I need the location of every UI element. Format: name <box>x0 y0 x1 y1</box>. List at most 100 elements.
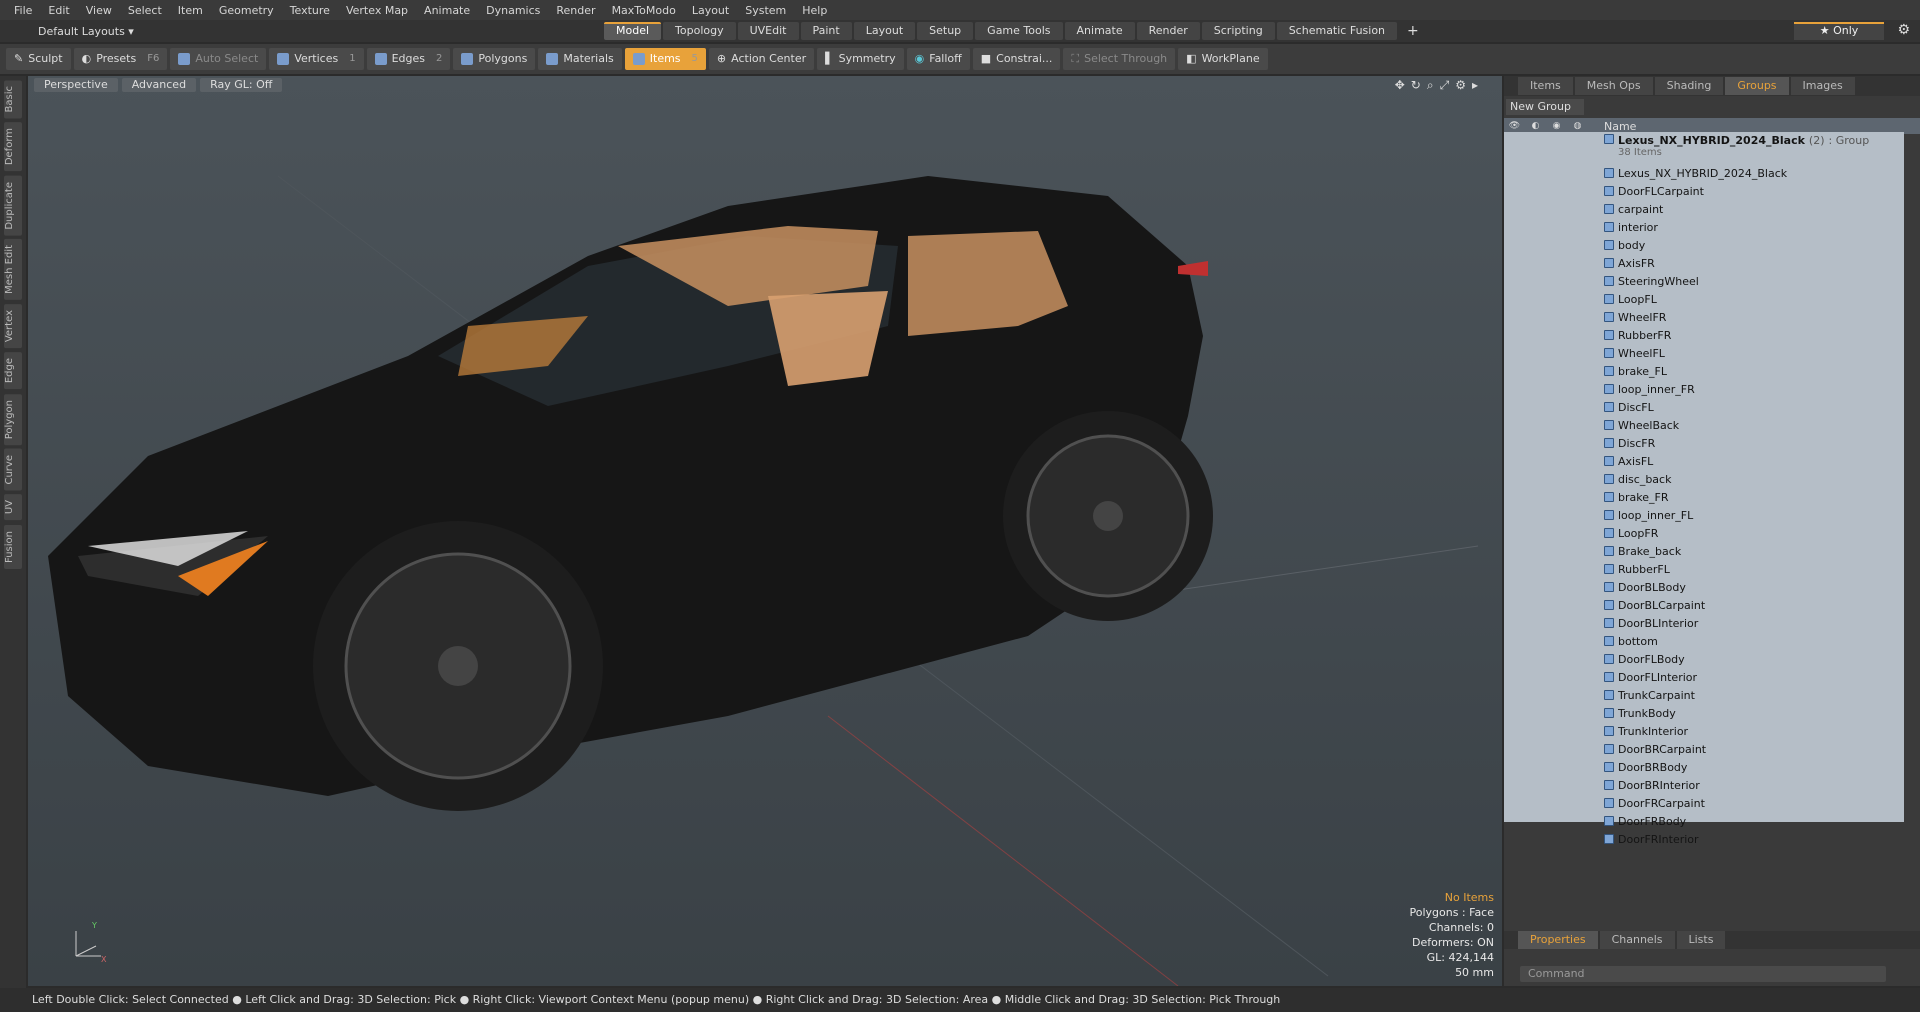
gear-icon[interactable]: ⚙ <box>1897 22 1910 38</box>
panel-tab[interactable]: Mesh Ops <box>1574 77 1653 95</box>
bottom-tab[interactable]: Channels <box>1599 931 1675 949</box>
layout-tab[interactable]: Setup <box>917 22 974 40</box>
list-item[interactable]: DoorFLInterior <box>1504 668 1904 686</box>
side-tab[interactable]: Polygon <box>4 393 22 445</box>
panel-tab[interactable]: Shading <box>1654 77 1724 95</box>
menu-item[interactable]: Vertex Map <box>338 4 416 17</box>
layout-tab[interactable]: Schematic Fusion <box>1276 22 1398 40</box>
add-tab-icon[interactable]: + <box>1399 22 1427 40</box>
shading-mode-button[interactable]: Advanced <box>121 78 197 92</box>
side-tab[interactable]: Curve <box>4 448 22 491</box>
bottom-tab[interactable]: Lists <box>1676 931 1726 949</box>
list-item[interactable]: TrunkBody <box>1504 704 1904 722</box>
list-item[interactable]: DiscFR <box>1504 434 1904 452</box>
menu-item[interactable]: File <box>6 4 40 17</box>
side-tab[interactable]: Duplicate <box>4 175 22 236</box>
menu-item[interactable]: System <box>737 4 794 17</box>
menu-item[interactable]: Select <box>120 4 170 17</box>
materials-button[interactable]: Materials <box>538 48 622 70</box>
list-item[interactable]: carpaint <box>1504 200 1904 218</box>
list-item[interactable]: Lexus_NX_HYBRID_2024_Black <box>1504 164 1904 182</box>
rotate-icon[interactable]: ↻ <box>1411 78 1427 92</box>
list-item[interactable]: DoorBLCarpaint <box>1504 596 1904 614</box>
layout-tab[interactable]: Topology <box>663 22 736 40</box>
menu-item[interactable]: Layout <box>684 4 737 17</box>
list-item[interactable]: DoorFRCarpaint <box>1504 794 1904 812</box>
menu-item[interactable]: Geometry <box>211 4 282 17</box>
presets-button[interactable]: ◐ Presets F6 <box>73 48 168 70</box>
list-item[interactable]: LoopFL <box>1504 290 1904 308</box>
view-mode-button[interactable]: Perspective <box>34 78 118 92</box>
side-tab[interactable]: Basic <box>4 80 22 119</box>
layout-dropdown[interactable]: Default Layouts ▾ <box>38 25 134 38</box>
list-item[interactable]: AxisFR <box>1504 254 1904 272</box>
only-button[interactable]: ★ Only <box>1794 22 1884 40</box>
list-item[interactable]: WheelFR <box>1504 308 1904 326</box>
list-item[interactable]: DoorFRInterior <box>1504 830 1904 848</box>
vertices-button[interactable]: Vertices 1 <box>269 48 364 70</box>
list-item[interactable]: body <box>1504 236 1904 254</box>
list-item[interactable]: WheelBack <box>1504 416 1904 434</box>
new-group-button[interactable]: New Group <box>1506 99 1584 115</box>
menu-item[interactable]: MaxToModo <box>604 4 684 17</box>
list-item[interactable]: DiscFL <box>1504 398 1904 416</box>
list-item[interactable]: loop_inner_FR <box>1504 380 1904 398</box>
settings-icon[interactable]: ⚙ <box>1455 78 1472 92</box>
side-tab[interactable]: Fusion <box>4 524 22 569</box>
arrow-right-icon[interactable]: ▸ <box>1472 78 1484 92</box>
command-input[interactable]: Command <box>1520 966 1886 982</box>
name-column-header[interactable]: Name <box>1604 120 1636 133</box>
lock-column-icon[interactable]: ◉ <box>1546 121 1567 131</box>
list-item[interactable]: DoorBRBody <box>1504 758 1904 776</box>
list-item[interactable]: WheelFL <box>1504 344 1904 362</box>
visibility-column-icon[interactable]: 👁 <box>1504 121 1525 131</box>
move-icon[interactable]: ✥ <box>1395 78 1411 92</box>
layout-tab[interactable]: Model <box>604 22 662 40</box>
bottom-tab[interactable]: Properties <box>1518 931 1598 949</box>
list-item[interactable]: DoorBRCarpaint <box>1504 740 1904 758</box>
list-item[interactable]: DoorBLBody <box>1504 578 1904 596</box>
constrain-button[interactable]: ■ Constrai... <box>972 48 1061 70</box>
action-center-button[interactable]: ⊕ Action Center <box>708 48 815 70</box>
list-item[interactable]: DoorFRBody <box>1504 812 1904 830</box>
layout-tab[interactable]: Paint <box>800 22 852 40</box>
raygl-button[interactable]: Ray GL: Off <box>200 78 283 92</box>
menu-item[interactable]: Item <box>170 4 211 17</box>
symmetry-button[interactable]: ▌ Symmetry <box>817 48 904 70</box>
menu-item[interactable]: Texture <box>282 4 338 17</box>
list-item[interactable]: TrunkCarpaint <box>1504 686 1904 704</box>
side-tab[interactable]: Deform <box>4 122 22 172</box>
list-item[interactable]: SteeringWheel <box>1504 272 1904 290</box>
list-item[interactable]: LoopFR <box>1504 524 1904 542</box>
select-through-button[interactable]: ⛶ Select Through <box>1063 48 1176 70</box>
panel-tab[interactable]: Items <box>1518 77 1573 95</box>
side-tab[interactable]: Vertex <box>4 304 22 349</box>
list-item[interactable]: RubberFR <box>1504 326 1904 344</box>
menu-item[interactable]: View <box>78 4 120 17</box>
panel-tab[interactable]: Images <box>1790 77 1855 95</box>
layout-tab[interactable]: Layout <box>853 22 916 40</box>
fit-icon[interactable]: ⤢ <box>1440 78 1456 92</box>
layout-tab[interactable]: Render <box>1136 22 1200 40</box>
workplane-button[interactable]: ◧ WorkPlane <box>1178 48 1268 70</box>
sculpt-button[interactable]: ✎ Sculpt <box>6 48 71 70</box>
list-item[interactable]: brake_FL <box>1504 362 1904 380</box>
menu-item[interactable]: Dynamics <box>478 4 548 17</box>
list-item[interactable]: RubberFL <box>1504 560 1904 578</box>
polygons-button[interactable]: Polygons <box>453 48 536 70</box>
menu-item[interactable]: Render <box>548 4 603 17</box>
menu-item[interactable]: Edit <box>40 4 77 17</box>
list-item[interactable]: bottom <box>1504 632 1904 650</box>
list-item[interactable]: Brake_back <box>1504 542 1904 560</box>
zoom-icon[interactable]: ⌕ <box>1427 78 1440 92</box>
layout-tab[interactable]: Scripting <box>1201 22 1275 40</box>
3d-viewport[interactable]: Perspective Advanced Ray GL: Off ✥↻⌕⤢⚙▸ … <box>28 76 1502 986</box>
list-item[interactable]: AxisFL <box>1504 452 1904 470</box>
list-item[interactable]: disc_back <box>1504 470 1904 488</box>
menu-item[interactable]: Help <box>794 4 835 17</box>
group-row[interactable]: Lexus_NX_HYBRID_2024_Black (2): Group 38 … <box>1504 132 1904 164</box>
side-tab[interactable]: Edge <box>4 352 22 390</box>
panel-tab[interactable]: Groups <box>1725 77 1789 95</box>
list-item[interactable]: loop_inner_FL <box>1504 506 1904 524</box>
side-tab[interactable]: Mesh Edit <box>4 239 22 301</box>
